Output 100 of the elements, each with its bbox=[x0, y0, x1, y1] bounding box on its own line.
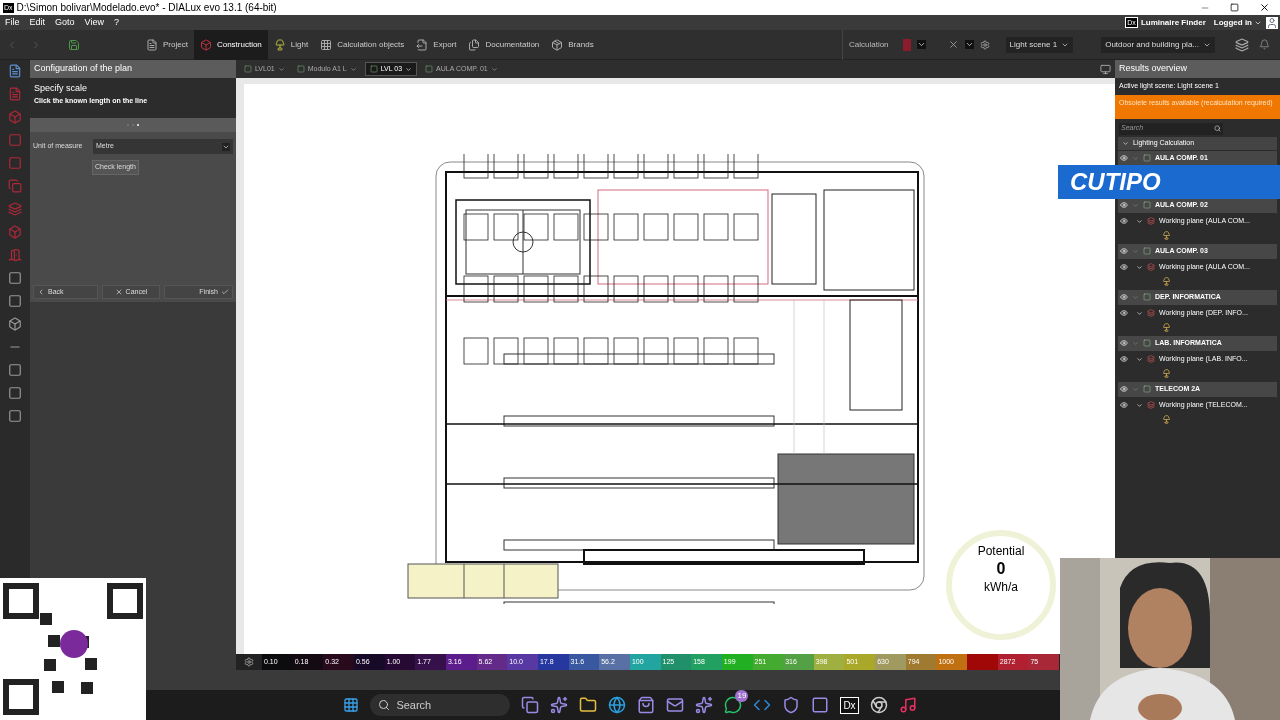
maximize-icon[interactable] bbox=[1230, 3, 1239, 12]
potential-label: Potential bbox=[977, 543, 1025, 560]
export-icon bbox=[416, 38, 429, 51]
luminaire-icon bbox=[1162, 231, 1171, 240]
luminaire-icon bbox=[1162, 323, 1171, 332]
package-icon bbox=[551, 38, 564, 51]
taskbar-app-icon[interactable] bbox=[811, 696, 830, 714]
tool-icon[interactable] bbox=[8, 271, 22, 285]
eye-icon[interactable] bbox=[1120, 309, 1128, 317]
room-icon bbox=[1143, 154, 1151, 162]
account-menu[interactable]: Logged in bbox=[1213, 16, 1262, 29]
taskbar-app-icon[interactable] bbox=[782, 696, 801, 714]
eye-icon[interactable] bbox=[1120, 293, 1128, 301]
window-title: D:\Simon bolivar\Modelado.evo* - DIALux evo 13.1 (64-bit) bbox=[16, 1, 277, 15]
start-icon[interactable] bbox=[343, 697, 360, 713]
close-icon bbox=[114, 288, 123, 296]
taskbar-app-icon[interactable] bbox=[869, 696, 888, 714]
save-icon[interactable] bbox=[68, 38, 80, 51]
settings-icon[interactable] bbox=[979, 39, 990, 50]
view-filter-dropdown[interactable]: Outdoor and building pla... bbox=[1101, 36, 1215, 53]
avatar-icon[interactable] bbox=[1266, 16, 1278, 29]
taskbar-app-icon[interactable] bbox=[579, 696, 598, 714]
menu-item[interactable]: Edit bbox=[24, 15, 51, 30]
taskbar-app-icon[interactable] bbox=[666, 696, 685, 714]
tool-icon[interactable] bbox=[8, 317, 22, 331]
toolbar-tab[interactable]: Brands bbox=[545, 29, 600, 60]
light-scene-dropdown[interactable]: Light scene 1 bbox=[1005, 36, 1074, 53]
eye-icon[interactable] bbox=[1120, 247, 1128, 255]
eye-icon[interactable] bbox=[1120, 385, 1128, 393]
search-icon bbox=[1214, 125, 1221, 132]
tool-icon[interactable] bbox=[8, 363, 22, 377]
toolbar-tab[interactable]: Construction bbox=[193, 29, 268, 60]
eye-icon[interactable] bbox=[1120, 201, 1128, 209]
eye-icon[interactable] bbox=[1120, 401, 1128, 409]
expand-icon[interactable] bbox=[1136, 263, 1143, 271]
caret-icon[interactable] bbox=[916, 40, 926, 49]
plan-icon bbox=[296, 65, 305, 73]
eye-icon[interactable] bbox=[1120, 263, 1128, 271]
menu-item[interactable]: File bbox=[0, 15, 25, 30]
files-icon bbox=[468, 38, 481, 51]
tool-icon[interactable] bbox=[8, 294, 22, 308]
room-icon bbox=[1143, 293, 1151, 301]
tool-icon[interactable] bbox=[8, 409, 22, 423]
luminaire-icon bbox=[1162, 277, 1171, 286]
settings-icon[interactable] bbox=[244, 657, 254, 667]
eye-icon[interactable] bbox=[1120, 217, 1128, 225]
menu-item[interactable]: View bbox=[79, 15, 109, 30]
plan-icon bbox=[244, 65, 252, 73]
expand-icon[interactable] bbox=[1136, 355, 1143, 363]
luminaire-icon bbox=[1162, 415, 1171, 424]
taskbar-app-icon[interactable] bbox=[550, 696, 569, 714]
taskbar-app-icon[interactable] bbox=[695, 696, 714, 714]
step-title: Specify scale bbox=[34, 82, 89, 95]
eye-icon[interactable] bbox=[1120, 339, 1128, 347]
taskbar-app-icon[interactable] bbox=[521, 696, 540, 714]
panel-header: Results overview bbox=[1115, 60, 1280, 78]
expand-icon[interactable] bbox=[1136, 309, 1143, 317]
caret-icon bbox=[349, 65, 357, 73]
search-icon bbox=[378, 699, 391, 711]
room-icon bbox=[1143, 339, 1151, 347]
taskbar-app-icon[interactable] bbox=[637, 696, 656, 714]
notification-icon[interactable] bbox=[1259, 39, 1270, 50]
luminaire-finder-link[interactable]: Luminaire Finder bbox=[1140, 16, 1206, 29]
document-icon bbox=[146, 38, 158, 51]
caret-icon bbox=[222, 142, 230, 151]
taskbar-app-icon[interactable] bbox=[724, 696, 743, 714]
back-icon bbox=[37, 288, 45, 296]
room-icon bbox=[1143, 247, 1151, 255]
potential-unit: kWh/a bbox=[984, 579, 1018, 596]
expand-icon[interactable] bbox=[1136, 217, 1143, 225]
tool-icon[interactable] bbox=[8, 64, 22, 78]
check-icon bbox=[221, 288, 229, 296]
eye-icon[interactable] bbox=[1120, 355, 1128, 363]
active-app-icon[interactable]: Dx bbox=[840, 696, 859, 714]
luminaire-icon bbox=[1162, 369, 1171, 378]
lamp-icon bbox=[273, 38, 286, 51]
caret-icon[interactable] bbox=[964, 40, 974, 49]
close-icon[interactable] bbox=[1259, 2, 1270, 13]
menu-item[interactable]: ? bbox=[108, 15, 124, 30]
toolbar-tab[interactable]: Documentation bbox=[462, 29, 546, 60]
monitor-icon[interactable] bbox=[1100, 63, 1111, 75]
plan-icon bbox=[369, 65, 378, 73]
expand-icon[interactable] bbox=[1122, 139, 1129, 147]
cancel-calculation-icon[interactable] bbox=[947, 39, 959, 50]
search-field[interactable]: Search bbox=[370, 694, 511, 716]
menu-item[interactable]: Goto bbox=[50, 15, 80, 30]
expand-icon[interactable] bbox=[1136, 401, 1143, 409]
overlay-banner: CUTIPO bbox=[1058, 165, 1280, 199]
toolbar-tab[interactable]: Light bbox=[267, 29, 315, 60]
toolbar-tab[interactable]: Calculation objects bbox=[314, 29, 411, 60]
plan-icon bbox=[425, 65, 434, 73]
taskbar-app-icon[interactable] bbox=[608, 696, 627, 714]
tool-icon[interactable] bbox=[8, 386, 22, 400]
potential-value: 0 bbox=[996, 560, 1006, 578]
notification-badge: 19 bbox=[735, 690, 749, 702]
room-icon bbox=[1143, 385, 1151, 393]
toolbar-tab[interactable]: Export bbox=[410, 29, 463, 60]
eye-icon[interactable] bbox=[1120, 154, 1128, 162]
caret-icon bbox=[405, 65, 413, 73]
toolbar-tab[interactable]: Project bbox=[140, 29, 194, 60]
